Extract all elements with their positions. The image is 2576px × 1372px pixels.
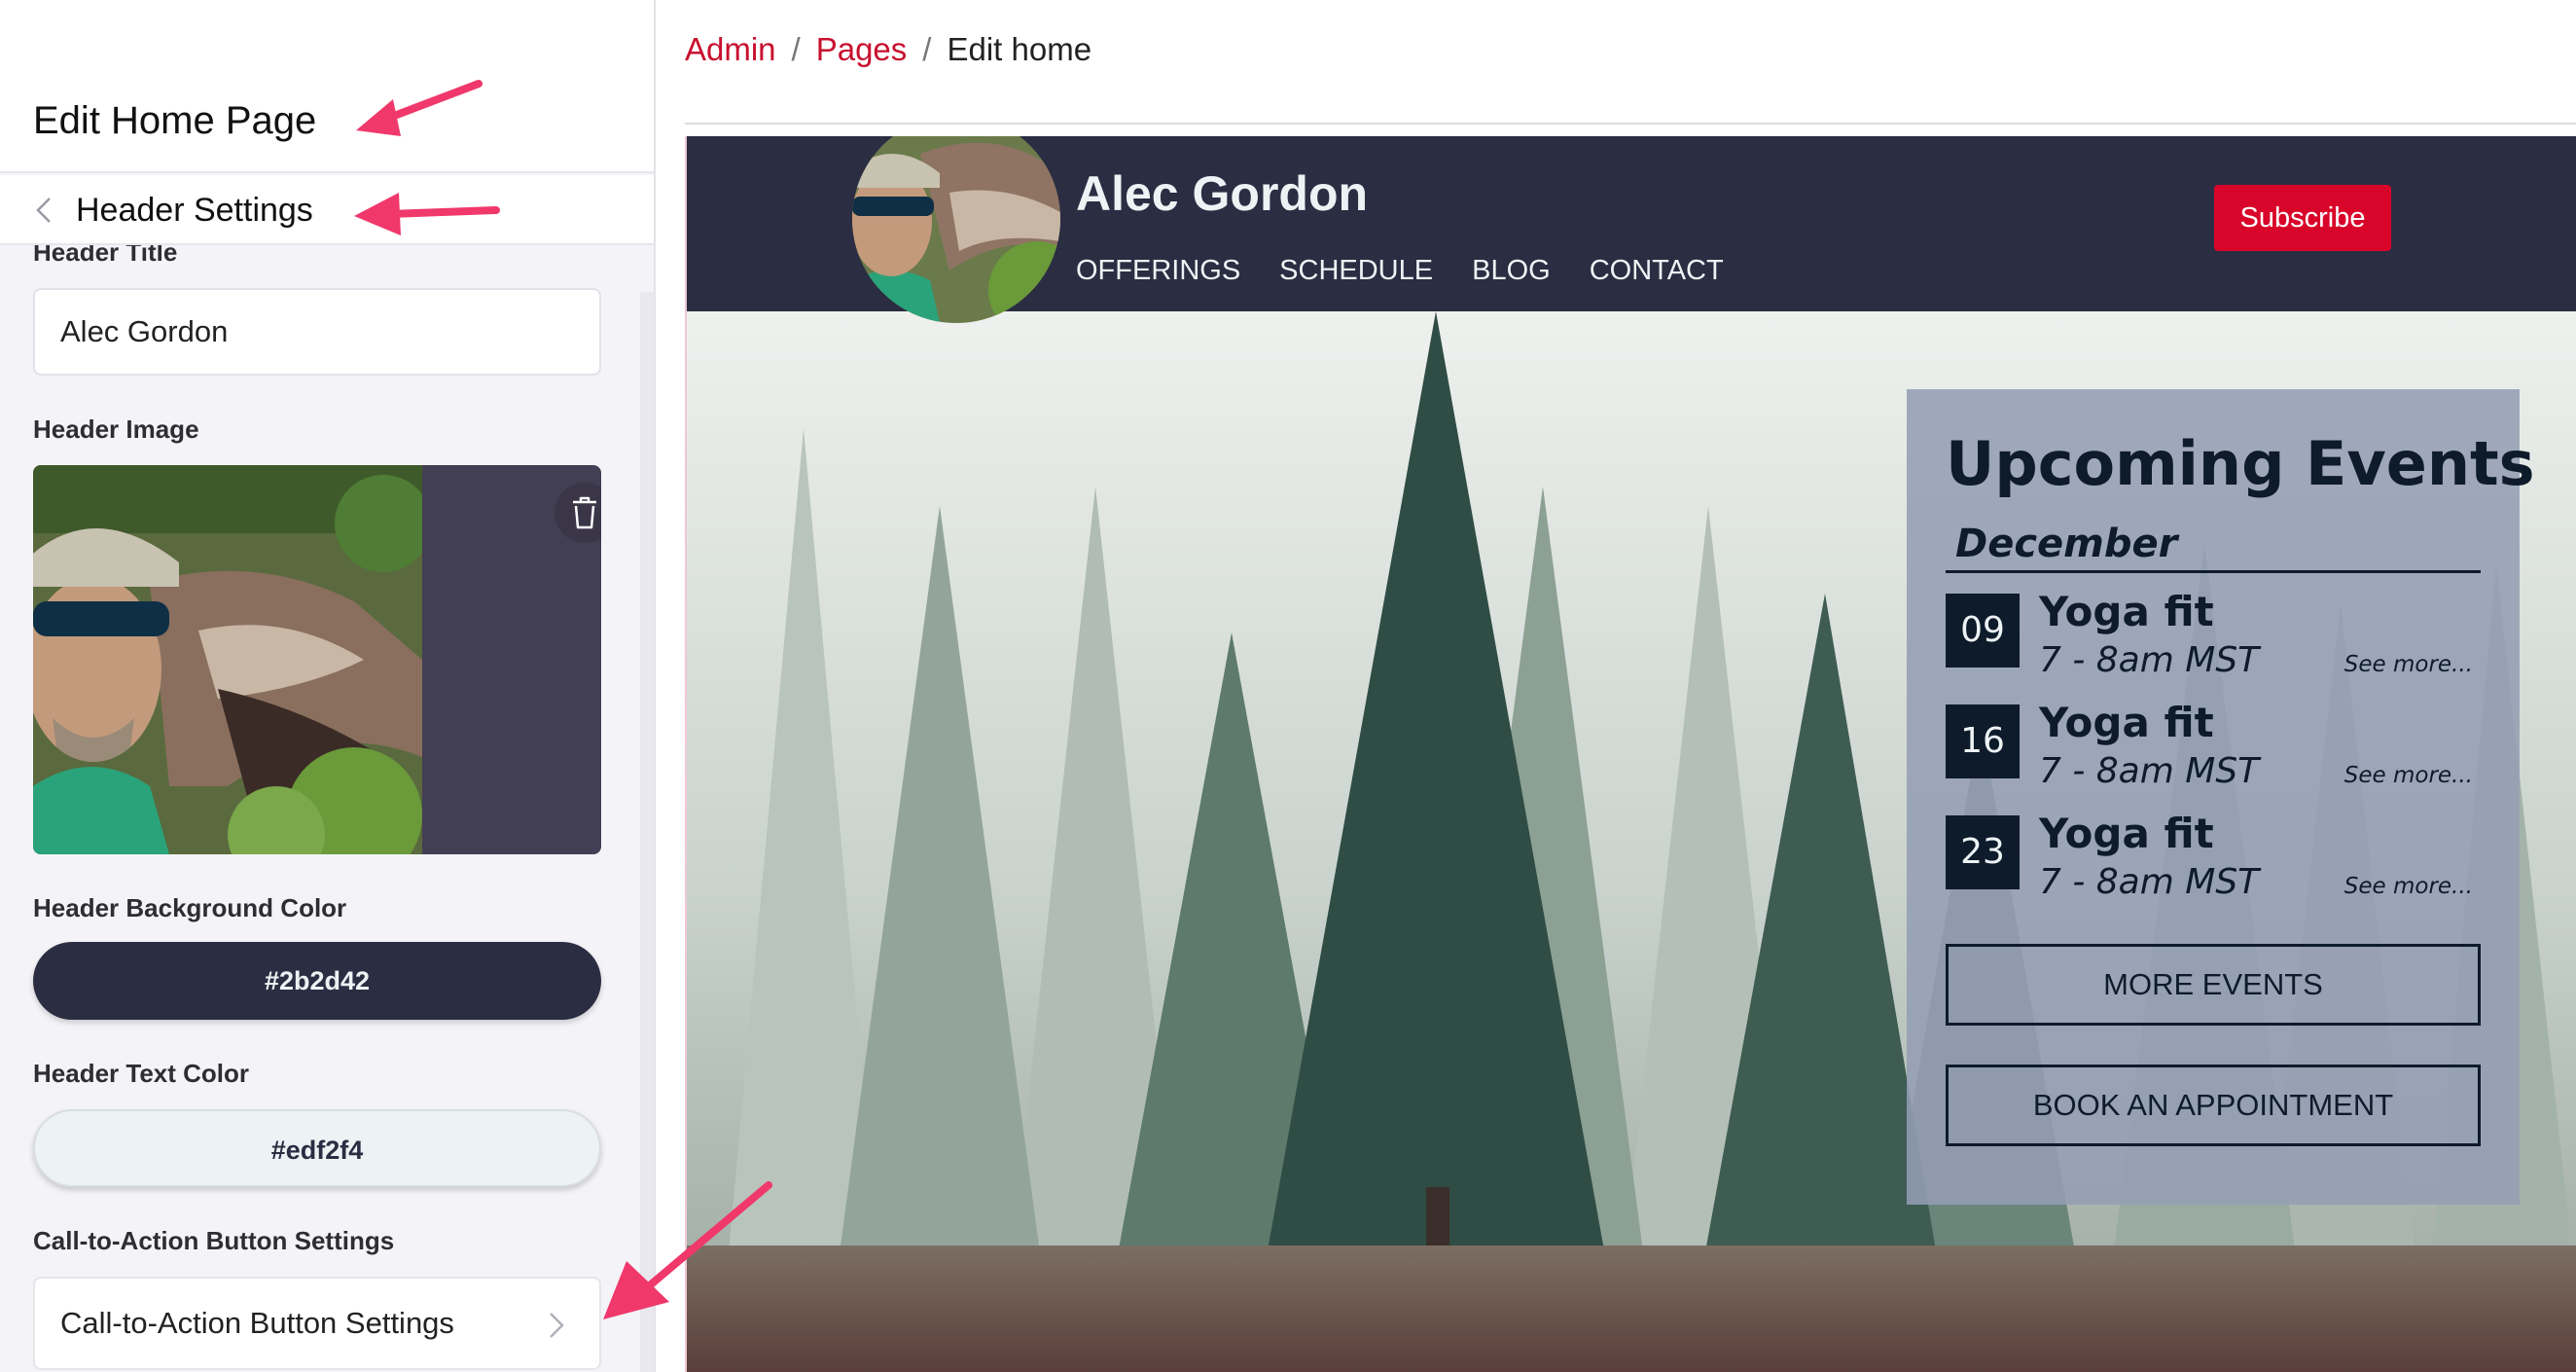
text-color-picker[interactable]: #edf2f4: [33, 1109, 601, 1187]
cta-row-label: Call-to-Action Button Settings: [60, 1306, 454, 1340]
annotation-arrow-icon: [354, 193, 500, 235]
event-time: 7 - 8am MST: [2039, 751, 2260, 791]
header-image-label: Header Image: [33, 415, 199, 444]
breadcrumb-separator: /: [791, 31, 801, 67]
event-name: Yoga fit: [2039, 699, 2214, 746]
breadcrumb-current: Edit home: [947, 31, 1092, 67]
trash-icon: [573, 496, 596, 529]
site-preview: Alec Gordon OFFERINGS SCHEDULE BLOG CONT…: [685, 136, 2576, 1372]
site-nav: OFFERINGS SCHEDULE BLOG CONTACT: [1076, 255, 1724, 287]
sidebar-title-area: Edit Home Page: [0, 0, 654, 173]
nav-blog[interactable]: BLOG: [1472, 255, 1551, 287]
bg-color-label: Header Background Color: [33, 893, 347, 922]
event-item: 16 Yoga fit 7 - 8am MST See more...: [1946, 699, 2481, 802]
annotation-arrow-icon: [603, 1181, 772, 1319]
event-see-more-link[interactable]: See more...: [2344, 874, 2473, 899]
section-header-settings[interactable]: Header Settings: [0, 175, 654, 245]
divider: [685, 123, 2576, 125]
site-title[interactable]: Alec Gordon: [1076, 165, 1368, 222]
event-see-more-link[interactable]: See more...: [2344, 652, 2473, 677]
nav-schedule[interactable]: SCHEDULE: [1279, 255, 1433, 287]
annotation-arrow-icon: [356, 80, 483, 136]
chevron-left-icon[interactable]: [29, 195, 60, 226]
nav-contact[interactable]: CONTACT: [1590, 255, 1724, 287]
event-see-more-link[interactable]: See more...: [2344, 763, 2473, 788]
event-item: 23 Yoga fit 7 - 8am MST See more...: [1946, 810, 2481, 913]
header-image-preview[interactable]: [33, 465, 601, 854]
event-time: 7 - 8am MST: [2039, 862, 2260, 902]
nav-offerings[interactable]: OFFERINGS: [1076, 255, 1240, 287]
header-title-input[interactable]: Alec Gordon: [33, 288, 601, 376]
events-month: December: [1955, 522, 2178, 566]
upcoming-events-panel: Upcoming Events December 09 Yoga fit 7 -…: [1907, 389, 2535, 1205]
bg-color-picker[interactable]: #2b2d42: [33, 942, 601, 1020]
event-day: 16: [1946, 704, 2020, 778]
event-day: 09: [1946, 594, 2020, 668]
cta-settings-label: Call-to-Action Button Settings: [33, 1226, 395, 1255]
main-content: Admin / Pages / Edit home Alec Gordon OFFERI…: [658, 0, 2576, 1372]
editor-sidebar: Edit Home Page Header Title Header Setti…: [0, 0, 656, 1372]
breadcrumb: Admin / Pages / Edit home: [685, 31, 1091, 68]
book-appointment-button[interactable]: BOOK AN APPOINTMENT: [1946, 1065, 2481, 1146]
text-color-label: Header Text Color: [33, 1059, 250, 1088]
delete-image-button[interactable]: [555, 483, 601, 543]
breadcrumb-separator: /: [922, 31, 932, 67]
breadcrumb-pages-link[interactable]: Pages: [816, 31, 908, 67]
event-name: Yoga fit: [2039, 588, 2214, 635]
section-label: Header Settings: [76, 192, 313, 229]
event-name: Yoga fit: [2039, 810, 2214, 857]
event-time: 7 - 8am MST: [2039, 640, 2260, 680]
breadcrumb-admin-link[interactable]: Admin: [685, 31, 776, 67]
event-day: 23: [1946, 815, 2020, 889]
page-title: Edit Home Page: [33, 99, 317, 142]
events-divider: [1946, 570, 2481, 573]
chevron-right-icon: [550, 1313, 564, 1338]
more-events-button[interactable]: MORE EVENTS: [1946, 944, 2481, 1026]
header-image-photo: [33, 465, 422, 854]
events-title: Upcoming Events: [1946, 428, 2535, 499]
cta-settings-row[interactable]: Call-to-Action Button Settings: [33, 1277, 601, 1370]
event-item: 09 Yoga fit 7 - 8am MST See more...: [1946, 588, 2481, 691]
subscribe-button[interactable]: Subscribe: [2214, 185, 2391, 251]
